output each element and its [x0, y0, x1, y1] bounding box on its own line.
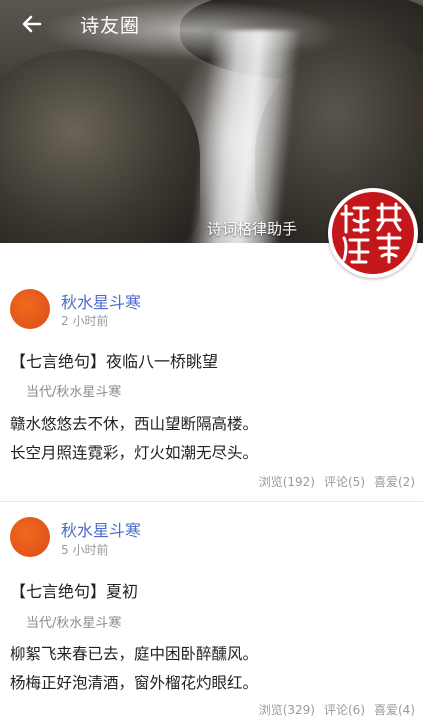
avatar[interactable] — [10, 517, 50, 557]
poem-line: 柳絮飞来春已去，庭中困卧醉醺风。 — [10, 645, 259, 663]
like-button[interactable]: 喜爱(4) — [374, 701, 415, 718]
poem-line: 杨梅正好泡清酒，窗外榴花灼眼红。 — [10, 674, 259, 692]
poem-line: 长空月照连霓彩，灯火如潮无尽头。 — [10, 444, 259, 462]
post-card[interactable]: 秋水星斗寒 5 小时前 【七言绝句】夏初 当代/秋水星斗寒 柳絮飞来春已去，庭中… — [0, 472, 423, 720]
avatar[interactable] — [10, 289, 50, 329]
arrow-left-icon — [22, 15, 42, 33]
cover-rock — [0, 50, 200, 243]
poem-author-info: 当代/秋水星斗寒 — [26, 616, 122, 631]
post-card[interactable]: 秋水星斗寒 2 小时前 【七言绝句】夜临八一桥眺望 当代/秋水星斗寒 赣水悠悠去… — [0, 243, 423, 501]
post-time: 2 小时前 — [61, 314, 109, 328]
author-name[interactable]: 秋水星斗寒 — [61, 517, 141, 541]
author-name[interactable]: 秋水星斗寒 — [61, 289, 141, 313]
poem-author-info: 当代/秋水星斗寒 — [26, 385, 122, 400]
poem-line: 赣水悠悠去不休，西山望断隔高楼。 — [10, 415, 259, 433]
top-bar: 诗友圈 — [0, 0, 423, 48]
comments-button[interactable]: 评论(6) — [324, 701, 365, 718]
page-title: 诗友圈 — [80, 15, 141, 37]
poem-title[interactable]: 【七言绝句】夏初 — [10, 578, 138, 602]
back-button[interactable] — [18, 10, 46, 38]
post-stats: 浏览(329) 评论(6) 喜爱(4) — [259, 701, 415, 718]
views-count[interactable]: 浏览(329) — [259, 701, 315, 718]
post-time: 5 小时前 — [61, 543, 109, 557]
brand-name: 诗词格律助手 — [207, 220, 298, 238]
poem-title[interactable]: 【七言绝句】夜临八一桥眺望 — [10, 348, 218, 372]
